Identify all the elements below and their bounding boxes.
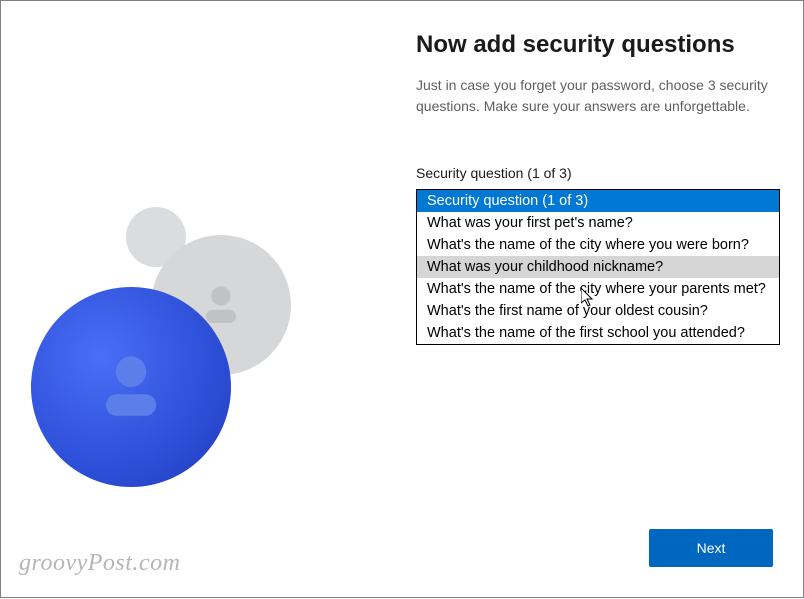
security-question-label: Security question (1 of 3)	[416, 165, 776, 181]
dropdown-option[interactable]: What's the name of the first school you …	[417, 322, 779, 344]
dropdown-option[interactable]: What was your first pet's name?	[417, 212, 779, 234]
user-icon	[86, 342, 176, 432]
next-button[interactable]: Next	[649, 529, 773, 567]
dropdown-option[interactable]: Security question (1 of 3)	[417, 190, 779, 212]
dropdown-option[interactable]: What's the name of the city where you we…	[417, 234, 779, 256]
decorative-circle-large	[31, 287, 231, 487]
dropdown-option[interactable]: What was your childhood nickname?	[417, 256, 779, 278]
oobe-illustration	[1, 1, 401, 599]
page-subtitle: Just in case you forget your password, c…	[416, 75, 776, 117]
watermark: groovyPost.com	[19, 550, 180, 577]
dropdown-option[interactable]: What's the name of the city where your p…	[417, 278, 779, 300]
dropdown-option[interactable]: What's the first name of your oldest cou…	[417, 300, 779, 322]
security-question-dropdown[interactable]: Security question (1 of 3)What was your …	[416, 189, 780, 345]
content-area: Now add security questions Just in case …	[416, 31, 776, 345]
page-title: Now add security questions	[416, 31, 776, 59]
